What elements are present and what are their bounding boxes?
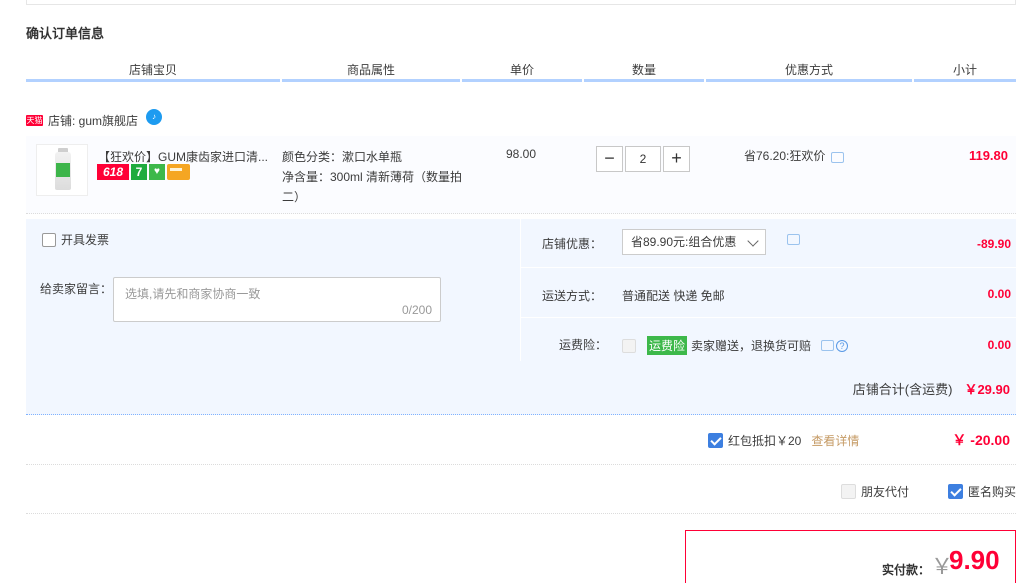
friend-pay-label: 朋友代付 [861, 485, 910, 499]
store-total-label: 店铺合计(含运费) [852, 382, 953, 397]
product-title-link[interactable]: 【狂欢价】GUM康齿家进口清... [98, 148, 278, 165]
attribute-volume: 净含量：300ml 清新薄荷（数量拍二） [282, 170, 463, 204]
insurance-amount: 0.00 [987, 338, 1011, 352]
quantity-increase-button[interactable]: + [663, 146, 690, 172]
product-badges: 618 7 ♥ [97, 164, 190, 180]
quantity-stepper: − 2 + [596, 146, 690, 172]
promotion-comment-icon[interactable] [831, 152, 845, 163]
badge-shield-icon: ♥ [149, 164, 165, 180]
top-container-edge [26, 0, 1016, 5]
bottle-label-shape [56, 163, 70, 177]
promotion-info: 省76.20:狂欢价 [744, 147, 845, 164]
wangwang-chat-icon[interactable]: ♪ [146, 109, 163, 125]
red-packet-amount: ￥ -20.00 [952, 432, 1010, 448]
seller-message-input[interactable]: 选填,请先和商家协商一致 0/200 [113, 277, 441, 322]
quantity-input[interactable]: 2 [625, 146, 661, 172]
payment-summary-box: 实付款： ￥ 9.90 [685, 530, 1016, 583]
insurance-badge: 运费险 [647, 336, 688, 355]
red-packet-label: 红包抵扣￥20 [728, 434, 802, 448]
seller-message-placeholder: 选填,请先和商家协商一致 [125, 287, 261, 301]
badge-card-icon [167, 164, 190, 180]
shop-name-link[interactable]: 店铺: gum旗舰店 [48, 112, 138, 129]
store-discount-selected: 省89.90元:组合优惠 [631, 235, 737, 249]
column-header-attributes: 商品属性 [282, 62, 460, 82]
friend-pay-checkbox[interactable] [841, 484, 856, 499]
store-discount-amount: -89.90 [976, 237, 1011, 251]
seller-message-counter: 0/200 [401, 303, 432, 317]
red-packet-details-link[interactable]: 查看详情 [811, 432, 859, 449]
column-header-shop-item: 店铺宝贝 [26, 62, 280, 82]
item-subtotal: 119.80 [968, 148, 1008, 163]
product-thumbnail[interactable] [36, 144, 88, 196]
insurance-comment-icon[interactable] [821, 340, 835, 351]
shipping-label: 运送方式： [541, 289, 602, 303]
chevron-down-icon [747, 235, 759, 247]
friend-pay-option: 朋友代付 [841, 483, 909, 500]
badge-618-icon: 618 [97, 164, 129, 180]
store-discount-select[interactable]: 省89.90元:组合优惠 [622, 229, 766, 255]
unit-price: 98.00 [506, 147, 537, 161]
seller-message-label: 给卖家留言： [40, 282, 113, 296]
insurance-checkbox [622, 338, 636, 353]
payment-label: 实付款： [882, 563, 931, 577]
insurance-option: 运费险 卖家赠送，退换货可赔 ? [622, 336, 849, 355]
red-packet-checkbox[interactable] [708, 433, 723, 448]
column-header-quantity: 数量 [584, 62, 704, 82]
options-left: 开具发票 给卖家留言： 选填,请先和商家协商一致 0/200 [26, 219, 520, 361]
column-header-promotion: 优惠方式 [706, 62, 912, 82]
insurance-text: 卖家赠送，退换货可赔 [691, 339, 812, 353]
discount-comment-icon[interactable] [787, 234, 800, 245]
anonymous-purchase-label: 匿名购买 [968, 485, 1017, 499]
shop-header: 天猫 店铺: gum旗舰店 ♪ [26, 109, 163, 130]
section-title: 确认订单信息 [26, 26, 105, 41]
column-header-unit-price: 单价 [462, 62, 582, 82]
promotion-text: 省76.20:狂欢价 [744, 149, 826, 163]
store-total-amount: ￥29.90 [964, 382, 1010, 397]
tmall-icon: 天猫 [26, 114, 43, 126]
anonymous-purchase-checkbox[interactable] [948, 484, 963, 499]
order-options-panel: 开具发票 给卖家留言： 选填,请先和商家协商一致 0/200 店铺优惠： 省89… [26, 219, 1017, 415]
store-discount-row: 店铺优惠： 省89.90元:组合优惠 -89.90 [521, 219, 1017, 268]
anonymous-purchase-option: 匿名购买 [948, 483, 1016, 500]
column-header-subtotal: 小计 [914, 62, 1016, 82]
quantity-decrease-button[interactable]: − [596, 146, 623, 172]
invoice-checkbox[interactable] [42, 232, 56, 247]
order-item-row: 【狂欢价】GUM康齿家进口清... 618 7 ♥ 颜色分类：漱口水单瓶 净含量… [26, 136, 1016, 214]
insurance-label: 运费险： [558, 338, 607, 352]
options-right: 店铺优惠： 省89.90元:组合优惠 -89.90 运送方式： 普通配送 快递 … [520, 219, 1017, 361]
column-headers: 店铺宝贝 商品属性 单价 数量 优惠方式 小计 [26, 62, 1016, 82]
invoice-label: 开具发票 [61, 233, 110, 247]
help-icon[interactable]: ? [836, 339, 849, 352]
store-discount-label: 店铺优惠： [541, 237, 602, 251]
red-packet-option: 红包抵扣￥20 查看详情 [708, 432, 859, 449]
freight-insurance-row: 运费险： 运费险 卖家赠送，退换货可赔 ? 0.00 [521, 319, 1017, 361]
store-total: 店铺合计(含运费) ￥29.90 [853, 379, 1010, 398]
red-packet-row: 红包抵扣￥20 查看详情 ￥ -20.00 [26, 415, 1016, 465]
shipping-row: 运送方式： 普通配送 快递 免邮 0.00 [521, 269, 1017, 318]
shipping-method: 普通配送 快递 免邮 [622, 289, 725, 303]
payment-amount: 9.90 [949, 545, 1000, 575]
invoice-option: 开具发票 [42, 231, 109, 248]
badge-7day-return-icon: 7 [131, 164, 147, 180]
attribute-color: 颜色分类：漱口水单瓶 [282, 150, 403, 164]
shipping-amount: 0.00 [987, 287, 1011, 301]
payment-options-row: 朋友代付 匿名购买 [26, 466, 1016, 514]
